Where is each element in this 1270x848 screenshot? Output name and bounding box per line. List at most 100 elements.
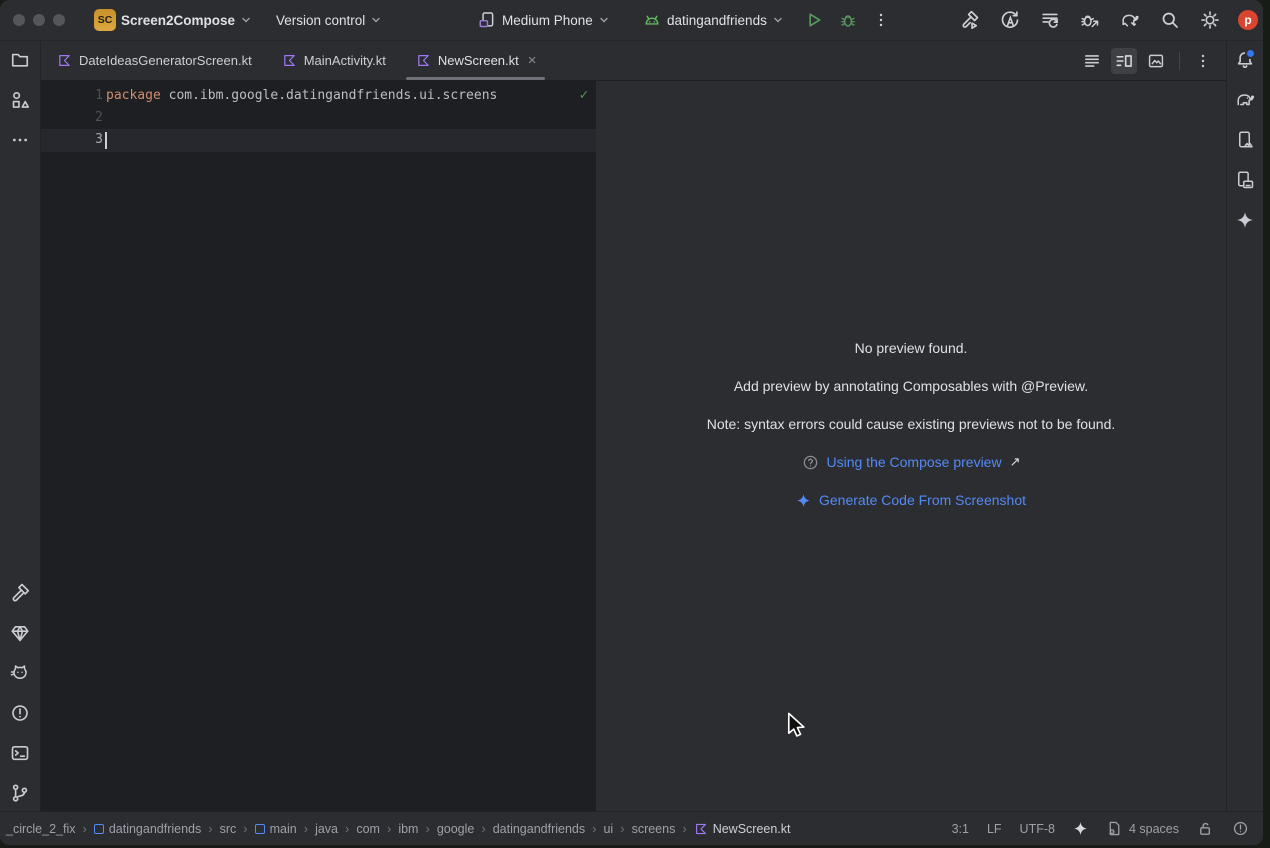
resource-manager-button[interactable] <box>8 88 32 112</box>
kotlin-file-icon <box>416 53 431 68</box>
more-tool-windows-button[interactable] <box>8 128 32 152</box>
caret-position-widget[interactable]: 3:1 <box>952 822 969 836</box>
shapes-icon <box>10 90 30 110</box>
chevron-down-icon <box>773 15 783 25</box>
app-quality-insights-button[interactable] <box>8 621 32 645</box>
tab-label: DateIdeasGeneratorScreen.kt <box>79 53 252 68</box>
terminal-tool-window-button[interactable] <box>8 741 32 765</box>
divider <box>1179 52 1180 70</box>
run-config-selector[interactable]: datingandfriends <box>643 0 783 40</box>
line-number-active: 3 <box>63 129 103 151</box>
attach-debugger-icon <box>1080 10 1100 30</box>
apply-changes-button[interactable] <box>998 8 1022 32</box>
breadcrumb-item[interactable]: ibm <box>398 822 418 836</box>
gradle-tool-window-button[interactable] <box>1233 88 1257 112</box>
breadcrumb-label: main <box>270 822 297 836</box>
tab-newscreen[interactable]: NewScreen.kt × <box>400 41 551 80</box>
build-tool-window-button[interactable] <box>8 581 32 605</box>
gemini-tool-window-button[interactable] <box>1233 208 1257 232</box>
inspection-ok-icon: ✓ <box>580 87 588 103</box>
profiler-button[interactable] <box>1118 8 1142 32</box>
apply-code-changes-button[interactable] <box>1038 8 1062 32</box>
breadcrumb-item[interactable]: java <box>315 822 338 836</box>
indent-widget[interactable]: 4 spaces <box>1106 820 1179 837</box>
editor-view-button[interactable] <box>1079 48 1105 74</box>
split-view-button[interactable] <box>1111 48 1137 74</box>
breadcrumb-separator: › <box>592 821 596 836</box>
settings-button[interactable] <box>1198 8 1222 32</box>
running-devices-button[interactable] <box>1233 128 1257 152</box>
attach-debugger-button[interactable] <box>1078 8 1102 32</box>
breadcrumb: _circle_2_fix›datingandfriends›src›main›… <box>6 812 791 845</box>
external-link-icon: ↗ <box>1010 454 1021 470</box>
breadcrumb-label: ui <box>603 822 613 836</box>
tab-dateideasgeneratorscreen[interactable]: DateIdeasGeneratorScreen.kt <box>41 41 266 80</box>
git-branch-icon <box>10 783 30 803</box>
breadcrumb-item[interactable]: datingandfriends <box>493 822 585 836</box>
breadcrumb-label: _circle_2_fix <box>6 822 75 836</box>
unlock-icon[interactable] <box>1197 820 1214 837</box>
design-view-button[interactable] <box>1143 48 1169 74</box>
notification-dot <box>1245 48 1256 59</box>
breadcrumb-item[interactable]: datingandfriends <box>94 822 201 836</box>
ide-window: SC Screen2Compose Version control Medium… <box>0 0 1263 845</box>
close-window-button[interactable] <box>13 14 25 26</box>
search-everywhere-button[interactable] <box>1158 8 1182 32</box>
breadcrumb-item[interactable]: src <box>220 822 237 836</box>
project-selector[interactable]: Screen2Compose <box>121 0 251 40</box>
text-caret <box>105 132 107 149</box>
debug-button[interactable] <box>836 8 860 32</box>
no-preview-message: No preview found. <box>855 329 968 367</box>
profile-avatar[interactable]: p <box>1238 10 1258 30</box>
build-hammer-icon <box>960 10 980 30</box>
breadcrumb-item[interactable]: com <box>356 822 380 836</box>
run-button[interactable] <box>802 8 826 32</box>
kebab-menu-icon <box>873 12 889 28</box>
breadcrumb-item[interactable]: NewScreen.kt <box>694 822 791 836</box>
problems-tool-window-button[interactable] <box>8 701 32 725</box>
folder-icon <box>10 50 30 70</box>
apply-code-changes-icon <box>1040 10 1060 30</box>
more-actions-button[interactable] <box>869 8 893 32</box>
code-editor[interactable]: 1 2 3 package com.ibm.google.datingandfr… <box>41 81 596 812</box>
project-icon: SC <box>94 9 116 31</box>
notifications-button[interactable] <box>1233 48 1257 72</box>
syntax-error-note: Note: syntax errors could cause existing… <box>707 405 1116 443</box>
breadcrumb-label: java <box>315 822 338 836</box>
device-manager-icon <box>1235 170 1255 190</box>
code-view-icon <box>1083 52 1101 70</box>
line-ending-widget[interactable]: LF <box>987 822 1002 836</box>
module-icon <box>94 824 104 834</box>
breadcrumb-item[interactable]: _circle_2_fix <box>6 822 75 836</box>
compose-preview-help-link[interactable]: Using the Compose preview ↗ <box>802 443 1021 481</box>
zoom-window-button[interactable] <box>53 14 65 26</box>
gemini-sparkle-icon <box>796 493 811 508</box>
package-path: com.ibm.google.datingandfriends.ui.scree… <box>161 88 498 103</box>
gemini-status-icon[interactable] <box>1073 821 1088 836</box>
breadcrumb-label: com <box>356 822 380 836</box>
tab-mainactivity[interactable]: MainActivity.kt <box>266 41 400 80</box>
close-tab-icon[interactable]: × <box>528 53 537 68</box>
inspections-status-icon[interactable] <box>1232 820 1249 837</box>
logcat-tool-window-button[interactable] <box>8 661 32 685</box>
virtual-device-icon <box>478 11 496 29</box>
device-manager-button[interactable] <box>1233 168 1257 192</box>
breadcrumb-item[interactable]: screens <box>632 822 676 836</box>
breadcrumb-item[interactable]: google <box>437 822 475 836</box>
hammer-icon <box>10 583 30 603</box>
project-tool-window-button[interactable] <box>8 48 32 72</box>
help-link-text: Using the Compose preview <box>827 454 1002 470</box>
editor-options-button[interactable] <box>1190 48 1216 74</box>
version-control-tool-window-button[interactable] <box>8 781 32 805</box>
design-view-icon <box>1147 52 1165 70</box>
device-selector[interactable]: Medium Phone <box>478 0 609 40</box>
breadcrumb-item[interactable]: ui <box>603 822 613 836</box>
encoding-widget[interactable]: UTF-8 <box>1020 822 1055 836</box>
gear-icon <box>1200 10 1220 30</box>
version-control-menu[interactable]: Version control <box>276 0 381 40</box>
build-project-button[interactable] <box>958 8 982 32</box>
minimize-window-button[interactable] <box>33 14 45 26</box>
generate-code-link[interactable]: Generate Code From Screenshot <box>796 481 1026 519</box>
breadcrumb-item[interactable]: main <box>255 822 297 836</box>
kebab-menu-icon <box>1195 53 1211 69</box>
